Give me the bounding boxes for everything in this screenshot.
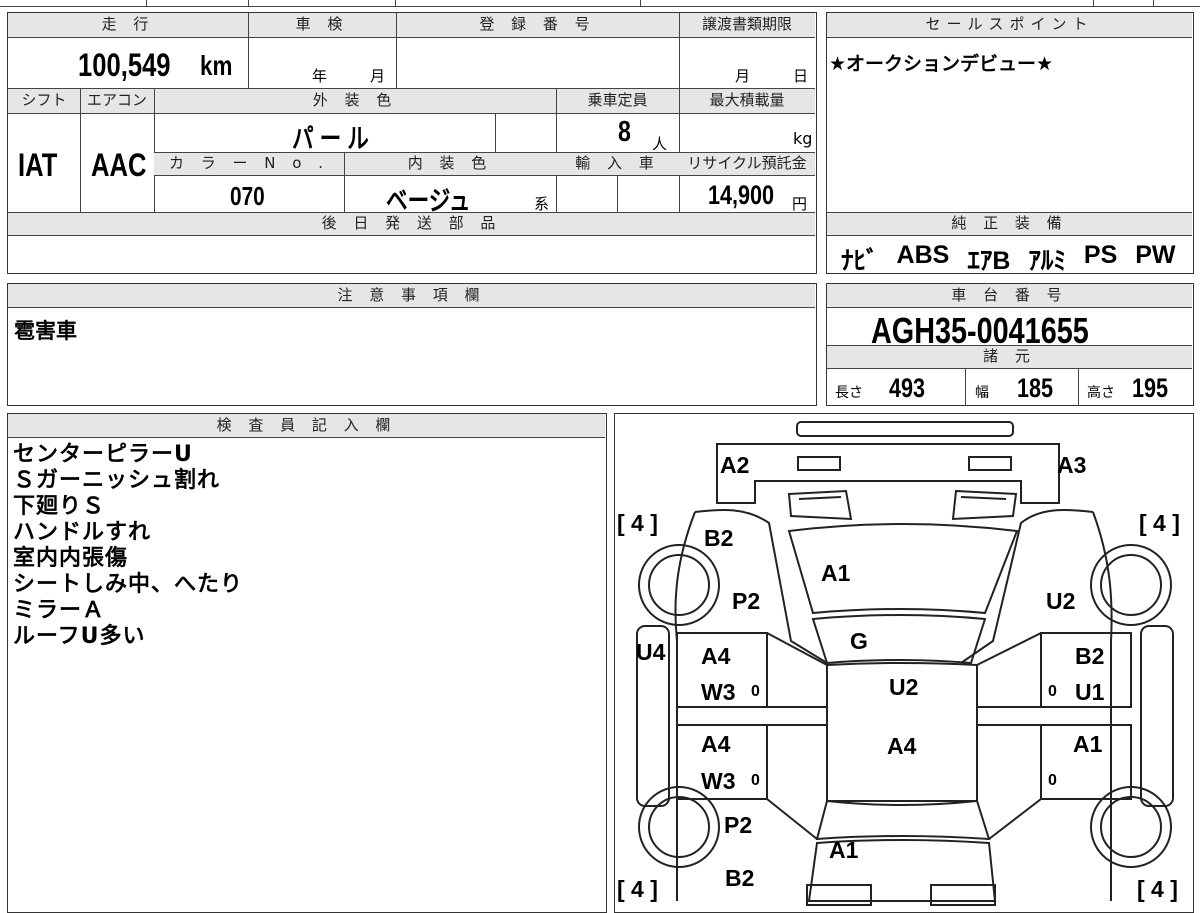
label-door-fr-u: U1: [1075, 679, 1105, 705]
inspection-year: 年: [312, 67, 328, 85]
label-back-door: A1: [829, 837, 859, 863]
label-fender-fl-p: P2: [732, 588, 760, 614]
label-door-fl-mark: 0: [751, 683, 760, 700]
aircon-header: エアコン: [80, 89, 154, 114]
import-header: 輸 入 車: [556, 153, 679, 176]
label-tire-rl: [ 4 ]: [617, 876, 658, 902]
chassis-no-header: 車 台 番 号: [827, 284, 1192, 308]
sales-point-text: ★オークションデビュー★: [829, 53, 1054, 75]
transfer-deadline-header: 譲渡書類期限: [679, 13, 815, 38]
capacity-unit: 人: [652, 135, 668, 153]
inspector-note: 下廻りＳ: [13, 494, 106, 519]
mileage-unit: km: [200, 50, 233, 81]
label-door-fr-b: B2: [1075, 643, 1104, 669]
transfer-month: 月: [735, 67, 751, 85]
inspector-note: Ｓガーニッシュ割れ: [13, 468, 221, 493]
equipment-list: ﾅﾋﾞ ABS ｴｱB ｱﾙﾐ PS PW: [841, 241, 1176, 275]
transfer-day: 日: [793, 67, 809, 85]
recycle-unit: 円: [792, 195, 808, 213]
notes-header: 注 意 事 項 欄: [8, 284, 815, 308]
sales-point-header: セールスポイント: [827, 13, 1192, 38]
inspector-note: ルーフU多い: [13, 624, 146, 649]
label-left-rocker: U4: [636, 639, 666, 665]
interior-color-suffix: 系: [534, 195, 550, 213]
label-fender-fl-b: B2: [704, 525, 733, 551]
height-label: 高さ: [1087, 385, 1115, 401]
length-value: 493: [889, 373, 926, 403]
label-front-left-bumper: A2: [720, 452, 749, 478]
exterior-color-header: 外 装 色: [154, 89, 556, 114]
equipment-item: ｴｱB: [967, 247, 1011, 275]
inspector-box: 検 査 員 記 入 欄 センターピラーU Ｓガーニッシュ割れ 下廻りＳ ハンドル…: [7, 413, 607, 913]
chassis-box: 車 台 番 号 AGH35-0041655 諸 元 長さ 493 幅 185 高…: [826, 283, 1194, 406]
inspector-notes-list: センターピラーU Ｓガーニッシュ割れ 下廻りＳ ハンドルすれ 室内内張傷 シート…: [13, 442, 243, 650]
label-fender-fr: U2: [1046, 588, 1075, 614]
label-hood: A1: [821, 560, 851, 586]
height-value: 195: [1132, 373, 1169, 403]
label-tire-fl: [ 4 ]: [617, 510, 658, 536]
vehicle-spec-table: 走 行 車 検 登 録 番 号 譲渡書類期限 100,549 km 年 月 月 …: [7, 12, 817, 274]
width-value: 185: [1017, 373, 1054, 403]
capacity-header: 乗車定員: [556, 89, 679, 114]
width-label: 幅: [975, 385, 989, 401]
label-windshield: G: [850, 628, 868, 654]
inspector-note: シートしみ中、へたり: [13, 572, 244, 597]
equipment-item: ﾅﾋﾞ: [841, 247, 879, 275]
aircon-value: AAC: [91, 147, 147, 183]
label-roof-rear: A4: [887, 733, 917, 759]
label-door-fr-mark: 0: [1048, 683, 1057, 700]
specs-header: 諸 元: [827, 346, 1192, 369]
top-strip: [0, 0, 1200, 8]
color-no-header: カ ラ ー N o .: [154, 153, 344, 176]
max-load-unit: kg: [793, 129, 813, 148]
label-quarter-rl-b: B2: [725, 865, 754, 891]
label-door-rr-mark: 0: [1048, 772, 1057, 789]
sales-point-box: セールスポイント ★オークションデビュー★ 純 正 装 備 ﾅﾋﾞ ABS ｴｱ…: [826, 12, 1194, 275]
label-tire-fr: [ 4 ]: [1139, 510, 1180, 536]
mileage-value: 100,549: [78, 47, 171, 83]
label-quarter-rl-p: P2: [724, 812, 752, 838]
notes-text: 雹害車: [14, 319, 77, 343]
label-front-right-bumper: A3: [1057, 452, 1086, 478]
recycle-header: リサイクル預託金: [679, 153, 815, 176]
label-tire-rr: [ 4 ]: [1137, 876, 1178, 902]
equipment-item: PW: [1135, 241, 1176, 269]
inspector-note: 室内内張傷: [13, 546, 129, 571]
shift-header: シフト: [8, 89, 80, 114]
label-door-fl-a: A4: [701, 643, 731, 669]
car-damage-diagram: A2 A3 [ 4 ] [ 4 ] B2 P2 A1 U2 G U4 A4 W3…: [617, 421, 1180, 906]
equipment-item: ｱﾙﾐ: [1028, 247, 1066, 275]
later-parts-header: 後 日 発 送 部 品: [8, 213, 815, 236]
max-load-header: 最大積載量: [679, 89, 815, 114]
inspector-note: センターピラーU: [13, 442, 193, 467]
capacity-value: 8: [618, 116, 631, 148]
registration-header: 登 録 番 号: [396, 13, 679, 38]
color-no-value: 070: [230, 181, 265, 211]
damage-diagram-box: A2 A3 [ 4 ] [ 4 ] B2 P2 A1 U2 G U4 A4 W3…: [614, 413, 1194, 913]
label-door-rl-a: A4: [701, 731, 731, 757]
inspection-header: 車 検: [248, 13, 396, 38]
label-door-rl-w: W3: [701, 768, 736, 794]
inspector-header: 検 査 員 記 入 欄: [8, 414, 605, 438]
length-label: 長さ: [835, 385, 863, 401]
factory-equipment-header: 純 正 装 備: [827, 213, 1192, 236]
mileage-header: 走 行: [8, 13, 248, 38]
notes-box: 注 意 事 項 欄 雹害車: [7, 283, 817, 406]
label-door-fl-w: W3: [701, 679, 736, 705]
shift-value: IAT: [18, 147, 58, 183]
equipment-item: PS: [1083, 241, 1118, 269]
inspector-note: ハンドルすれ: [13, 520, 152, 545]
inspector-note: ミラーＡ: [13, 598, 106, 623]
recycle-value: 14,900: [708, 180, 775, 210]
equipment-item: ABS: [896, 241, 950, 269]
exterior-color-value: パ ー ル: [292, 124, 369, 154]
label-door-rr-a: A1: [1073, 731, 1103, 757]
inspection-month: 月: [370, 67, 386, 85]
label-roof-front: U2: [889, 674, 918, 700]
interior-color-header: 内 装 色: [344, 153, 556, 176]
label-door-rl-mark: 0: [751, 772, 760, 789]
